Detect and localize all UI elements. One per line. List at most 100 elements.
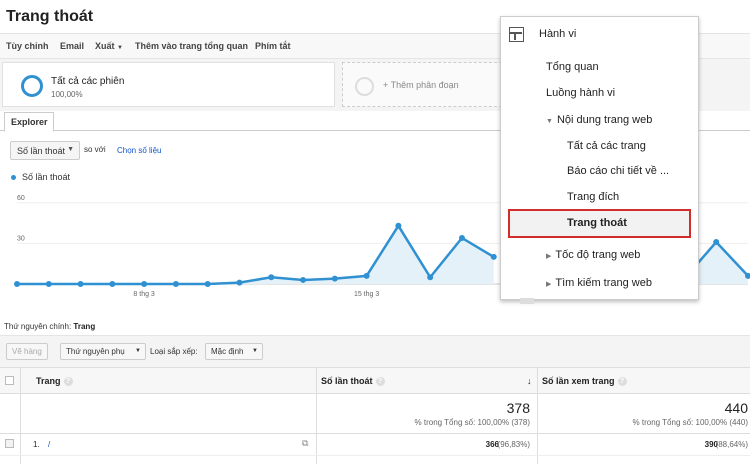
secondary-dimension-dropdown[interactable]: Thứ nguyên phụ ▼ bbox=[60, 343, 146, 360]
sort-type-label: Loại sắp xếp: bbox=[150, 347, 198, 356]
data-point bbox=[363, 272, 370, 279]
menu-item-landing-pages[interactable]: Trang đích bbox=[567, 191, 619, 203]
chevron-down-icon: ▼ bbox=[135, 348, 141, 354]
row-page-link[interactable]: / bbox=[48, 440, 50, 449]
help-icon: ? bbox=[63, 377, 73, 387]
chevron-down-icon: ▼ bbox=[117, 45, 123, 51]
menu-item-site-speed-label: Tốc độ trang web bbox=[555, 249, 641, 261]
column-header-page[interactable]: Trang? bbox=[36, 376, 73, 387]
plot-rows-button[interactable]: Vẽ hàng bbox=[6, 343, 48, 360]
column-pageviews-label: Số lần xem trang bbox=[542, 376, 615, 386]
totals-row: 378 % trong Tổng số: 100,00% (378) 440 %… bbox=[0, 394, 750, 434]
menu-item-behavior-flow[interactable]: Luồng hành vi bbox=[546, 87, 615, 99]
row-checkbox[interactable] bbox=[5, 439, 14, 448]
caret-down-icon: ▼ bbox=[546, 118, 553, 125]
metric-dropdown-label: Số lần thoát bbox=[17, 146, 66, 156]
sort-desc-icon: ↓ bbox=[527, 376, 532, 386]
total-exits: 378 bbox=[506, 400, 530, 416]
segment-percentage: 100,00% bbox=[51, 90, 83, 99]
menu-scroll-handle[interactable] bbox=[520, 298, 534, 304]
data-point bbox=[172, 281, 179, 287]
data-point bbox=[236, 279, 243, 286]
column-header-exits[interactable]: Số lần thoát? bbox=[321, 376, 385, 387]
menu-item-overview[interactable]: Tổng quan bbox=[546, 61, 599, 73]
secondary-dimension-label: Thứ nguyên phụ bbox=[66, 347, 125, 356]
total-exits-sub: % trong Tổng số: 100,00% (378) bbox=[414, 418, 530, 427]
data-point bbox=[109, 281, 116, 287]
menu-item-drilldown[interactable]: Báo cáo chi tiết về ... bbox=[567, 165, 669, 177]
segment-name: Tất cả các phiên bbox=[51, 76, 125, 87]
customize-button[interactable]: Tùy chỉnh bbox=[6, 41, 49, 51]
table-controls: Vẽ hàng Thứ nguyên phụ ▼ Loại sắp xếp: M… bbox=[0, 335, 750, 367]
segment-placeholder-icon bbox=[355, 77, 374, 96]
data-point bbox=[14, 281, 20, 287]
legend-dot-icon bbox=[11, 175, 16, 180]
tab-explorer[interactable]: Explorer bbox=[4, 112, 54, 132]
data-point bbox=[490, 253, 497, 260]
menu-header-behavior[interactable]: Hành vi bbox=[539, 28, 576, 40]
data-point bbox=[77, 281, 84, 287]
x-tick-label: 15 thg 3 bbox=[354, 291, 379, 298]
menu-item-site-search[interactable]: ▶ Tìm kiếm trang web bbox=[546, 277, 652, 289]
layout-icon bbox=[509, 27, 524, 42]
chevron-down-icon: ▼ bbox=[252, 348, 258, 354]
metric-dropdown[interactable]: Số lần thoát ▼ bbox=[10, 141, 80, 160]
sort-type-value: Mặc định bbox=[211, 347, 244, 356]
primary-dimension: Thứ nguyên chính: Trang bbox=[4, 322, 95, 331]
menu-item-all-pages[interactable]: Tất cả các trang bbox=[567, 140, 646, 152]
column-page-label: Trang bbox=[36, 376, 61, 386]
table-row: 1. / ⧉ 366 (96,83%) 390 (88,64%) bbox=[0, 434, 750, 456]
primary-dimension-label: Thứ nguyên chính: bbox=[4, 322, 72, 331]
row-exits-pct: (96,83%) bbox=[497, 440, 530, 449]
behavior-menu: Hành vi Tổng quan Luồng hành vi ▼ Nội dun… bbox=[500, 16, 699, 300]
menu-item-site-content-label: Nội dung trang web bbox=[556, 114, 653, 126]
y-tick-label: 60 bbox=[17, 195, 25, 202]
data-point bbox=[458, 234, 465, 241]
data-point bbox=[45, 281, 52, 287]
menu-item-site-search-label: Tìm kiếm trang web bbox=[555, 277, 652, 289]
row-pageviews-pct: (88,64%) bbox=[715, 440, 748, 449]
email-button[interactable]: Email bbox=[60, 41, 84, 51]
data-point bbox=[331, 275, 338, 282]
open-page-icon[interactable]: ⧉ bbox=[302, 438, 308, 449]
select-all-checkbox[interactable] bbox=[5, 376, 14, 385]
help-icon: ? bbox=[375, 377, 385, 387]
data-point bbox=[268, 274, 275, 281]
data-point bbox=[141, 281, 148, 287]
shortcut-button[interactable]: Phím tắt bbox=[255, 41, 291, 51]
data-point bbox=[427, 274, 434, 281]
column-exits-label: Số lần thoát bbox=[321, 376, 373, 386]
add-segment-label: + Thêm phân đoạn bbox=[383, 80, 459, 90]
data-point bbox=[204, 281, 211, 287]
export-button[interactable]: Xuất ▼ bbox=[95, 41, 123, 51]
column-header-pageviews[interactable]: Số lần xem trang? bbox=[542, 376, 627, 387]
caret-right-icon: ▶ bbox=[546, 253, 552, 260]
caret-right-icon: ▶ bbox=[546, 281, 552, 288]
data-point bbox=[395, 222, 402, 229]
add-to-dashboard-button[interactable]: Thêm vào trang tổng quan bbox=[135, 41, 248, 51]
menu-item-site-speed[interactable]: ▶ Tốc độ trang web bbox=[546, 249, 640, 261]
table-header: Trang? Số lần thoát? ↓ Số lần xem trang? bbox=[0, 367, 750, 394]
segment-ring-icon bbox=[21, 75, 43, 97]
segment-all-sessions[interactable]: Tất cả các phiên 100,00% bbox=[2, 62, 335, 107]
chevron-down-icon: ▼ bbox=[67, 146, 74, 153]
data-point bbox=[300, 276, 307, 283]
y-tick-label: 30 bbox=[17, 235, 25, 242]
export-label: Xuất bbox=[95, 41, 115, 51]
select-metric-link[interactable]: Chọn số liệu bbox=[117, 146, 161, 155]
x-tick-label: 8 thg 3 bbox=[133, 291, 155, 298]
help-icon: ? bbox=[617, 377, 627, 387]
compare-label: so với bbox=[84, 145, 106, 154]
series-area bbox=[17, 225, 494, 284]
primary-dimension-value[interactable]: Trang bbox=[73, 322, 95, 331]
page-title: Trang thoát bbox=[6, 8, 94, 25]
menu-item-exit-pages[interactable]: Trang thoát bbox=[567, 217, 627, 229]
add-segment-button[interactable]: + Thêm phân đoạn bbox=[342, 62, 502, 107]
menu-item-site-content[interactable]: ▼ Nội dung trang web bbox=[546, 114, 652, 126]
total-pageviews: 440 bbox=[724, 400, 748, 416]
chart-legend-label: Số lần thoát bbox=[22, 172, 71, 182]
data-point bbox=[713, 239, 720, 246]
total-pageviews-sub: % trong Tổng số: 100,00% (440) bbox=[632, 418, 748, 427]
row-index: 1. bbox=[33, 440, 40, 449]
sort-type-dropdown[interactable]: Mặc định ▼ bbox=[205, 343, 263, 360]
